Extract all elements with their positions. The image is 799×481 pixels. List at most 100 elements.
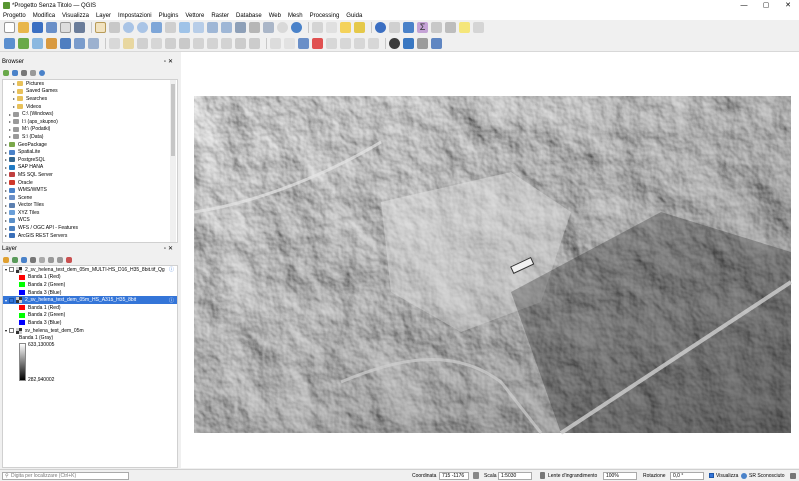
menu-database[interactable]: Database xyxy=(236,13,262,19)
menu-visualizza[interactable]: Visualizza xyxy=(62,13,89,19)
browser-item[interactable]: ▸ Pictures xyxy=(3,80,177,88)
add-wms-layer-icon[interactable] xyxy=(60,37,71,49)
globe-icon[interactable] xyxy=(741,473,747,479)
browser-item[interactable]: ▸ ArcGIS REST Servers xyxy=(3,232,177,240)
attribute-actions-icon[interactable] xyxy=(326,22,337,33)
band-legend-item[interactable]: Banda 2 (Green) xyxy=(3,281,177,289)
map-tips-icon[interactable] xyxy=(459,22,470,33)
expand-all-icon[interactable] xyxy=(48,257,54,263)
browser-item[interactable]: ▸ I:\ (aps_skupno) xyxy=(3,118,177,126)
save-edits-icon[interactable] xyxy=(137,37,148,49)
python-console-icon[interactable] xyxy=(403,37,414,49)
filter-icon[interactable] xyxy=(21,70,27,76)
menu-processing[interactable]: Processing xyxy=(310,13,340,19)
refresh-icon[interactable] xyxy=(291,22,302,33)
filter-legend-icon[interactable] xyxy=(30,257,36,263)
browser-item[interactable]: ▸ GeoPackage xyxy=(3,141,177,149)
measure-icon[interactable] xyxy=(431,22,442,33)
zoom-to-selection-icon[interactable] xyxy=(165,22,176,33)
attribute-table-icon[interactable] xyxy=(389,22,400,33)
close-button[interactable]: ✕ xyxy=(777,0,799,11)
browser-item[interactable]: ▸ WCS xyxy=(3,217,177,225)
pan-map-icon[interactable] xyxy=(95,22,106,33)
browser-item[interactable]: ▸ Videos xyxy=(3,103,177,111)
change-label-icon[interactable] xyxy=(368,37,379,49)
rotation-field[interactable]: 0,0 ° xyxy=(670,472,704,480)
browser-item[interactable]: ▸ Searches xyxy=(3,95,177,103)
browser-item[interactable]: ▸ MS SQL Server xyxy=(3,171,177,179)
menu-guida[interactable]: Guida xyxy=(346,13,362,19)
minimize-button[interactable]: — xyxy=(733,0,755,11)
zoom-out-icon[interactable] xyxy=(137,22,148,33)
identify-features-icon[interactable] xyxy=(312,22,323,33)
extent-toggle-icon[interactable] xyxy=(473,472,479,479)
new-project-icon[interactable] xyxy=(4,22,15,33)
layer-item[interactable]: ▾ 2_sv_helena_test_dem_05m_MULTI-HS_D16_H… xyxy=(3,266,177,274)
scale-field[interactable]: 1:5030 xyxy=(498,472,532,480)
menu-plugins[interactable]: Plugins xyxy=(159,13,179,19)
panel-float-close-icon[interactable]: ▫✕ xyxy=(164,245,175,252)
undo-icon[interactable] xyxy=(235,37,246,49)
rotate-label-icon[interactable] xyxy=(354,37,365,49)
maximize-button[interactable]: ▢ xyxy=(755,0,777,11)
paste-features-icon[interactable] xyxy=(221,37,232,49)
filter-by-expression-icon[interactable] xyxy=(39,257,45,263)
virtual-layer-icon[interactable] xyxy=(88,37,99,49)
band-legend-item[interactable]: Banda 1 (Red) xyxy=(3,274,177,282)
identify-icon[interactable] xyxy=(375,22,386,33)
browser-item[interactable]: ▸ WFS / OGC API - Features xyxy=(3,224,177,232)
collapse-all-icon[interactable] xyxy=(57,257,63,263)
properties-icon[interactable] xyxy=(39,70,45,76)
lock-icon[interactable] xyxy=(540,472,545,479)
menu-layer[interactable]: Layer xyxy=(96,13,111,19)
coordinate-field[interactable]: 715 -1176 xyxy=(439,472,469,480)
panel-float-close-icon[interactable]: ▫✕ xyxy=(164,58,175,65)
text-annotation-icon[interactable] xyxy=(473,22,484,33)
zoom-in-icon[interactable] xyxy=(123,22,134,33)
zoom-next-icon[interactable] xyxy=(221,22,232,33)
render-checkbox[interactable] xyxy=(709,473,714,478)
open-project-icon[interactable] xyxy=(18,22,29,33)
browser-item[interactable]: ▸ SAP HANA xyxy=(3,164,177,172)
layer-styling-icon[interactable] xyxy=(3,257,9,263)
menu-mesh[interactable]: Mesh xyxy=(288,13,303,19)
band-legend-item[interactable]: Banda 3 (Blue) xyxy=(3,319,177,327)
new-bookmark-icon[interactable] xyxy=(249,22,260,33)
temporal-controller-icon[interactable] xyxy=(277,22,288,33)
data-source-manager-icon[interactable] xyxy=(4,37,15,49)
cut-features-icon[interactable] xyxy=(193,37,204,49)
magnifier-field[interactable]: 100% xyxy=(603,472,637,480)
band-legend-item[interactable]: Banda 3 (Blue) xyxy=(3,289,177,297)
messages-icon[interactable] xyxy=(790,473,796,479)
menu-impostazioni[interactable]: Impostazioni xyxy=(118,13,152,19)
add-selected-icon[interactable] xyxy=(3,70,9,76)
statistics-sigma-icon[interactable]: Σ xyxy=(417,22,428,33)
highlight-labels-icon[interactable] xyxy=(298,37,309,49)
measure-area-icon[interactable] xyxy=(445,22,456,33)
remove-layer-icon[interactable] xyxy=(66,257,72,263)
browser-item[interactable]: ▸ WMS/WMTS xyxy=(3,186,177,194)
settings-gear-icon[interactable] xyxy=(403,22,414,33)
zoom-full-icon[interactable] xyxy=(151,22,162,33)
new-geopackage-layer-icon[interactable] xyxy=(18,37,29,49)
layer-visibility-checkbox[interactable] xyxy=(9,297,14,303)
vertex-tool-icon[interactable] xyxy=(165,37,176,49)
band-legend-item[interactable]: Banda 1 (Red) xyxy=(3,304,177,312)
layer-visibility-checkbox[interactable] xyxy=(9,328,14,334)
browser-item[interactable]: ▸ Scene xyxy=(3,194,177,202)
add-group-icon[interactable] xyxy=(12,257,18,263)
menu-progetto[interactable]: Progetto xyxy=(3,13,26,19)
move-label-icon[interactable] xyxy=(340,37,351,49)
layer-item[interactable]: ▾ sv_helena_test_dem_05m xyxy=(3,327,177,335)
browser-item[interactable]: ▸ S:\ (Data) xyxy=(3,133,177,141)
menu-vettore[interactable]: Vettore xyxy=(185,13,204,19)
map-canvas[interactable] xyxy=(181,52,799,468)
browser-tree[interactable]: ▸ Pictures ▸ Saved Games ▸ Searches ▸ Videos ▸ C:… xyxy=(2,79,178,243)
save-as-icon[interactable] xyxy=(46,22,57,33)
new-print-layout-icon[interactable] xyxy=(60,22,71,33)
show-bookmarks-icon[interactable] xyxy=(263,22,274,33)
zoom-to-layer-icon[interactable] xyxy=(179,22,190,33)
band-legend-item[interactable]: Banda 2 (Green) xyxy=(3,312,177,320)
save-project-icon[interactable] xyxy=(32,22,43,33)
zoom-last-icon[interactable] xyxy=(207,22,218,33)
